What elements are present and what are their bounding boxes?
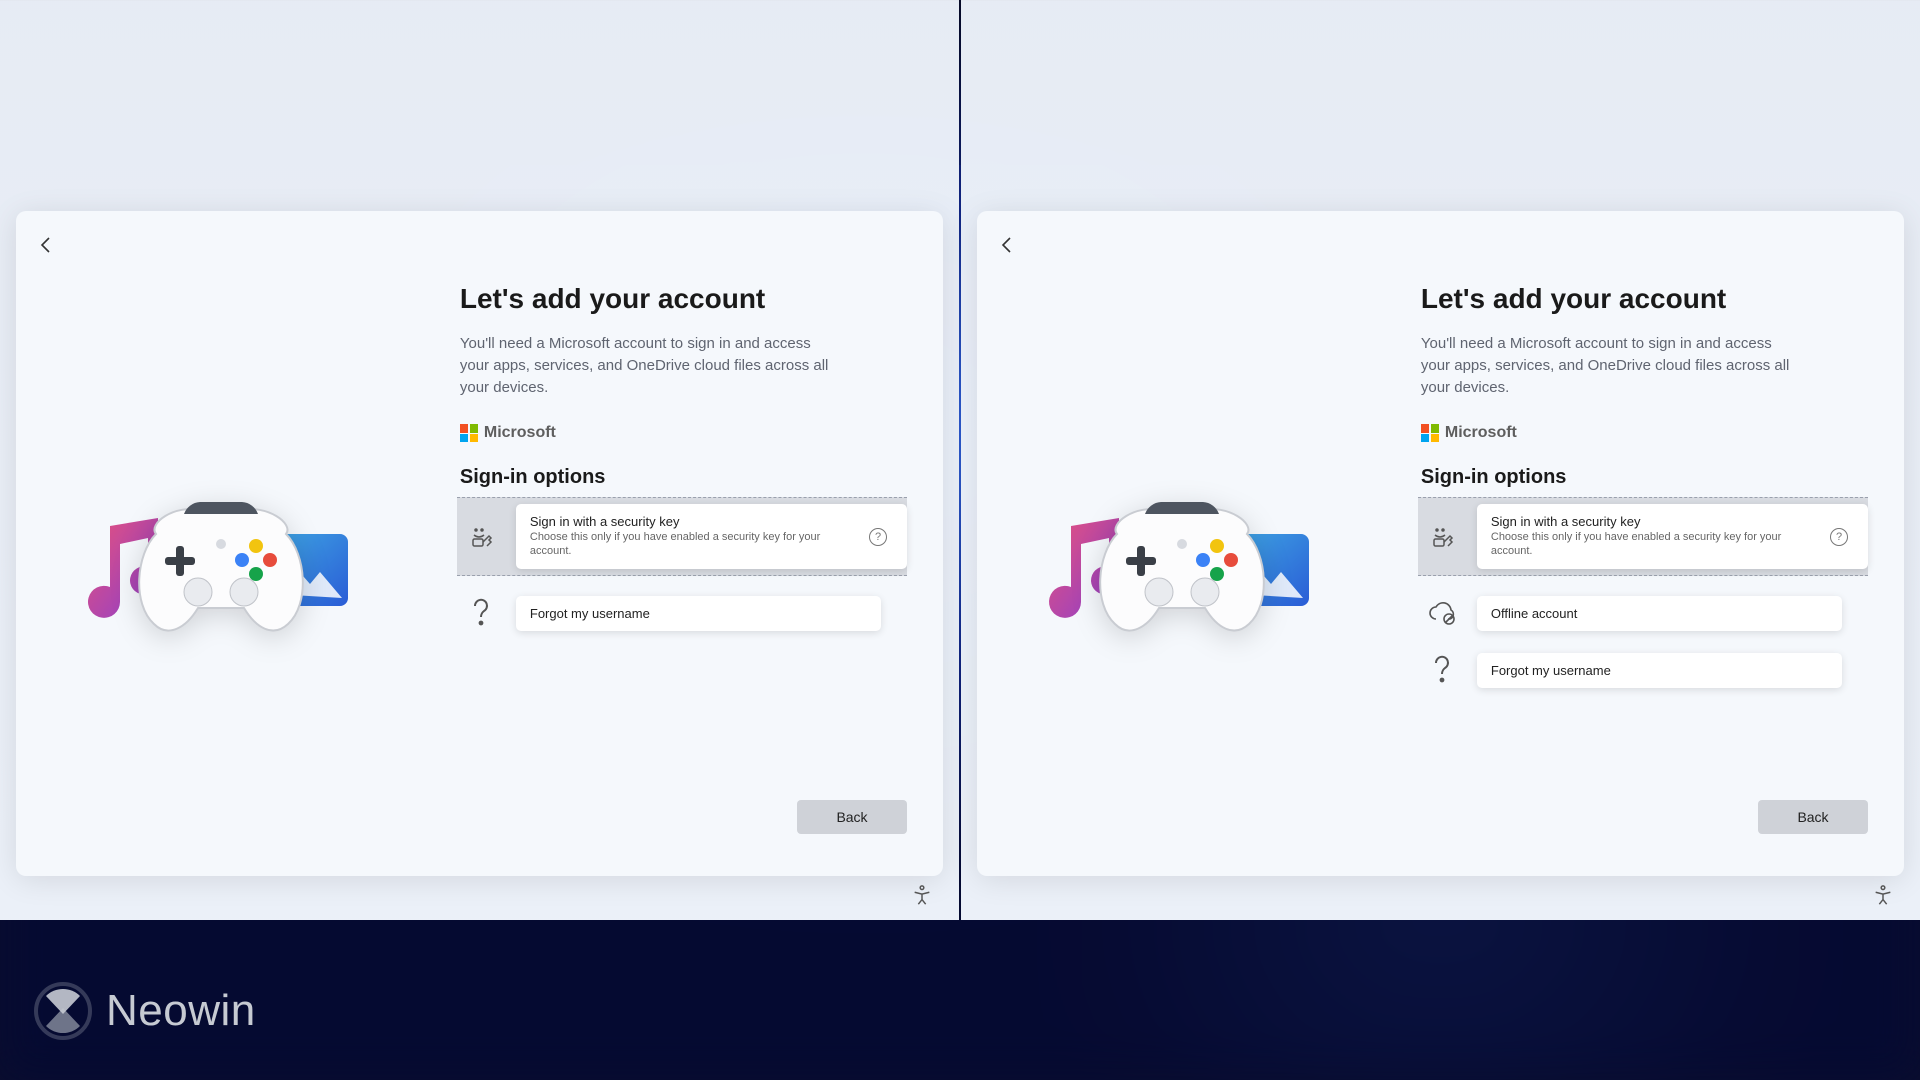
question-icon [460,598,502,628]
page-subtext: You'll need a Microsoft account to sign … [460,333,840,398]
oobe-card: Let's add your account You'll need a Mic… [977,211,1904,876]
watermark-text: Neowin [106,986,256,1036]
option-forgot-username[interactable]: Forgot my username [1421,647,1868,694]
hero-illustration [80,474,360,674]
question-icon [1421,655,1463,685]
option-title: Forgot my username [530,606,650,621]
screen-left: Let's add your account You'll need a Mic… [0,0,959,920]
back-button[interactable]: Back [1758,800,1868,834]
option-security-key[interactable]: Sign in with a security key Choose this … [1418,497,1868,576]
microsoft-brand: Microsoft [1421,424,1868,442]
content-column: Let's add your account You'll need a Mic… [1385,211,1904,876]
option-security-key-card[interactable]: Sign in with a security key Choose this … [1477,504,1868,569]
option-security-key-card[interactable]: Sign in with a security key Choose this … [516,504,907,569]
help-icon[interactable]: ? [869,528,887,546]
cloud-offline-icon [1421,601,1463,625]
comparison-container: Let's add your account You'll need a Mic… [0,0,1920,920]
controller-icon [1089,484,1274,644]
page-subtext: You'll need a Microsoft account to sign … [1421,333,1801,398]
option-forgot-username-card[interactable]: Forgot my username [516,596,881,631]
controller-icon [128,484,313,644]
option-security-key[interactable]: Sign in with a security key Choose this … [457,497,907,576]
neowin-logo-icon [34,982,92,1040]
security-key-icon [460,523,502,551]
option-offline-account[interactable]: Offline account [1421,590,1868,637]
option-title: Offline account [1491,606,1577,621]
option-subtitle: Choose this only if you have enabled a s… [1491,531,1820,559]
option-offline-account-card[interactable]: Offline account [1477,596,1842,631]
signin-options-heading: Sign-in options [1421,466,1868,489]
watermark: Neowin [34,982,256,1040]
option-title: Forgot my username [1491,663,1611,678]
microsoft-label: Microsoft [484,424,556,442]
oobe-card: Let's add your account You'll need a Mic… [16,211,943,876]
option-title: Sign in with a security key [1491,514,1820,529]
help-icon[interactable]: ? [1830,528,1848,546]
option-subtitle: Choose this only if you have enabled a s… [530,531,859,559]
screen-right: Let's add your account You'll need a Mic… [961,0,1920,920]
accessibility-icon[interactable] [1872,884,1894,906]
microsoft-logo-icon [460,424,478,442]
page-heading: Let's add your account [1421,283,1868,315]
hero-illustration [1041,474,1321,674]
illustration-column [16,211,424,876]
option-forgot-username[interactable]: Forgot my username [460,590,907,637]
back-button[interactable]: Back [797,800,907,834]
page-heading: Let's add your account [460,283,907,315]
microsoft-label: Microsoft [1445,424,1517,442]
option-title: Sign in with a security key [530,514,859,529]
microsoft-logo-icon [1421,424,1439,442]
option-forgot-username-card[interactable]: Forgot my username [1477,653,1842,688]
back-arrow-icon[interactable] [34,233,62,261]
back-arrow-icon[interactable] [995,233,1023,261]
accessibility-icon[interactable] [911,884,933,906]
content-column: Let's add your account You'll need a Mic… [424,211,943,876]
signin-options-heading: Sign-in options [460,466,907,489]
security-key-icon [1421,523,1463,551]
illustration-column [977,211,1385,876]
microsoft-brand: Microsoft [460,424,907,442]
